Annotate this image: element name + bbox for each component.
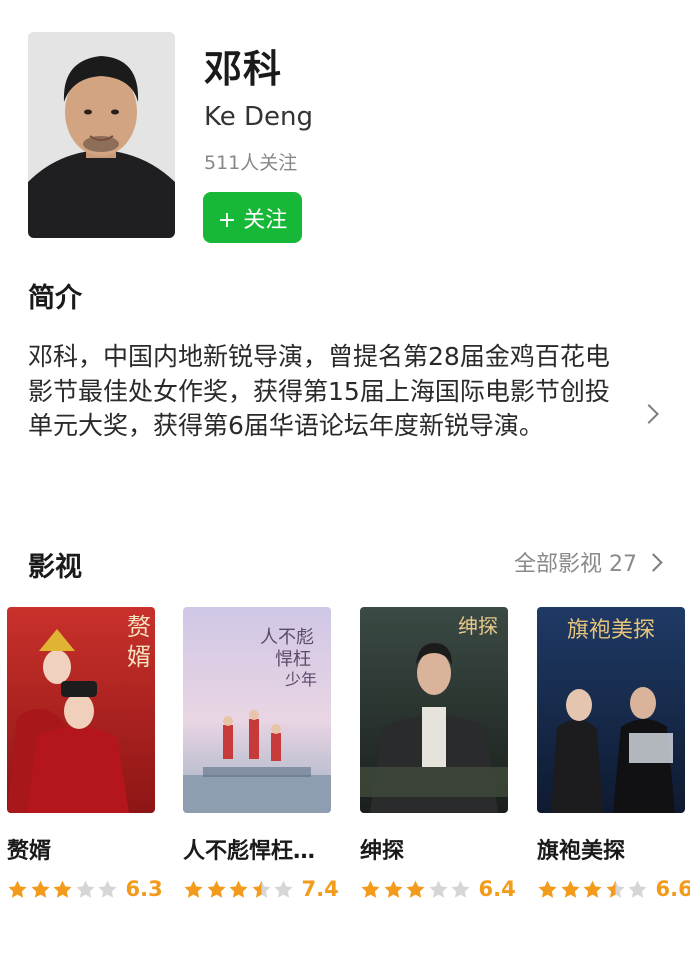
film-poster-2[interactable]: 人不彪 悍枉 少年 [183,607,331,813]
film-rating-1: 6.3 [7,877,163,901]
rating-stars [7,879,120,900]
star-icon [98,880,117,898]
chevron-right-icon [644,552,663,572]
film-score-4: 6.6 [655,877,690,901]
film-title-1: 赘婿 [7,839,52,864]
poster-title-4: 旗袍美探 [567,618,655,643]
films-heading: 影视 [28,552,82,583]
star-icon [53,880,72,898]
film-poster-4[interactable]: 旗袍美探 [537,607,685,813]
rating-stars [360,879,473,900]
film-rating-2: 7.4 [183,877,339,901]
film-score-3: 6.4 [478,877,516,901]
intro-heading: 简介 [28,283,82,314]
star-icon [538,880,557,898]
star-icon [383,880,403,898]
poster-title-2: 人不彪 [260,627,314,648]
star-icon [229,880,248,898]
film-title-2: 人不彪悍枉… [183,839,316,864]
film-rating-3: 6.4 [360,877,516,901]
star-icon [206,880,226,898]
film-rating-4: 6.6 [537,877,690,901]
director-name: 邓科 [204,47,283,91]
star-icon [274,880,293,898]
star-icon [628,880,647,898]
star-icon [184,880,203,898]
all-films-label: 全部影视 27 [514,552,637,577]
intro-text[interactable]: 邓科，中国内地新锐导演，曾提名第28届金鸡百花电影节最佳处女作奖，获得第15届上… [28,340,618,444]
film-score-1: 6.3 [125,877,163,901]
star-icon [605,880,625,898]
svg-text:少年: 少年 [285,670,317,689]
director-avatar[interactable] [28,32,175,238]
svg-text:悍枉: 悍枉 [275,649,311,670]
rating-stars [183,879,296,900]
svg-text:婿: 婿 [127,643,151,671]
star-icon [451,880,470,898]
star-icon [406,880,425,898]
follow-button[interactable]: + 关注 [203,192,302,243]
star-icon [428,880,448,898]
follower-count: 511人关注 [204,152,298,174]
film-poster-3[interactable]: 绅探 [360,607,508,813]
film-title-4: 旗袍美探 [537,839,626,864]
star-icon [361,880,380,898]
star-icon [30,880,50,898]
intro-expand-chevron-icon[interactable] [639,404,659,424]
star-icon [560,880,580,898]
star-icon [8,880,27,898]
film-title-3: 绅探 [360,839,405,864]
film-poster-1[interactable]: 赘 婿 [7,607,155,813]
film-card-1[interactable]: 赘 婿 赘婿 6.3 [7,607,163,901]
rating-stars [537,879,650,900]
film-card-4[interactable]: 旗袍美探 旗袍美探 6.6 [537,607,690,901]
film-card-3[interactable]: 绅探 绅探 6.4 [360,607,516,901]
star-icon [251,880,271,898]
director-english-name: Ke Deng [204,102,314,132]
film-card-2[interactable]: 人不彪 悍枉 少年 人不彪悍枉… 7.4 [183,607,339,901]
all-films-link[interactable]: 全部影视 27 [514,546,663,578]
poster-title-1: 赘 [127,613,151,641]
star-icon [583,880,602,898]
star-icon [75,880,95,898]
film-score-2: 7.4 [301,877,339,901]
poster-title-3: 绅探 [458,614,498,638]
